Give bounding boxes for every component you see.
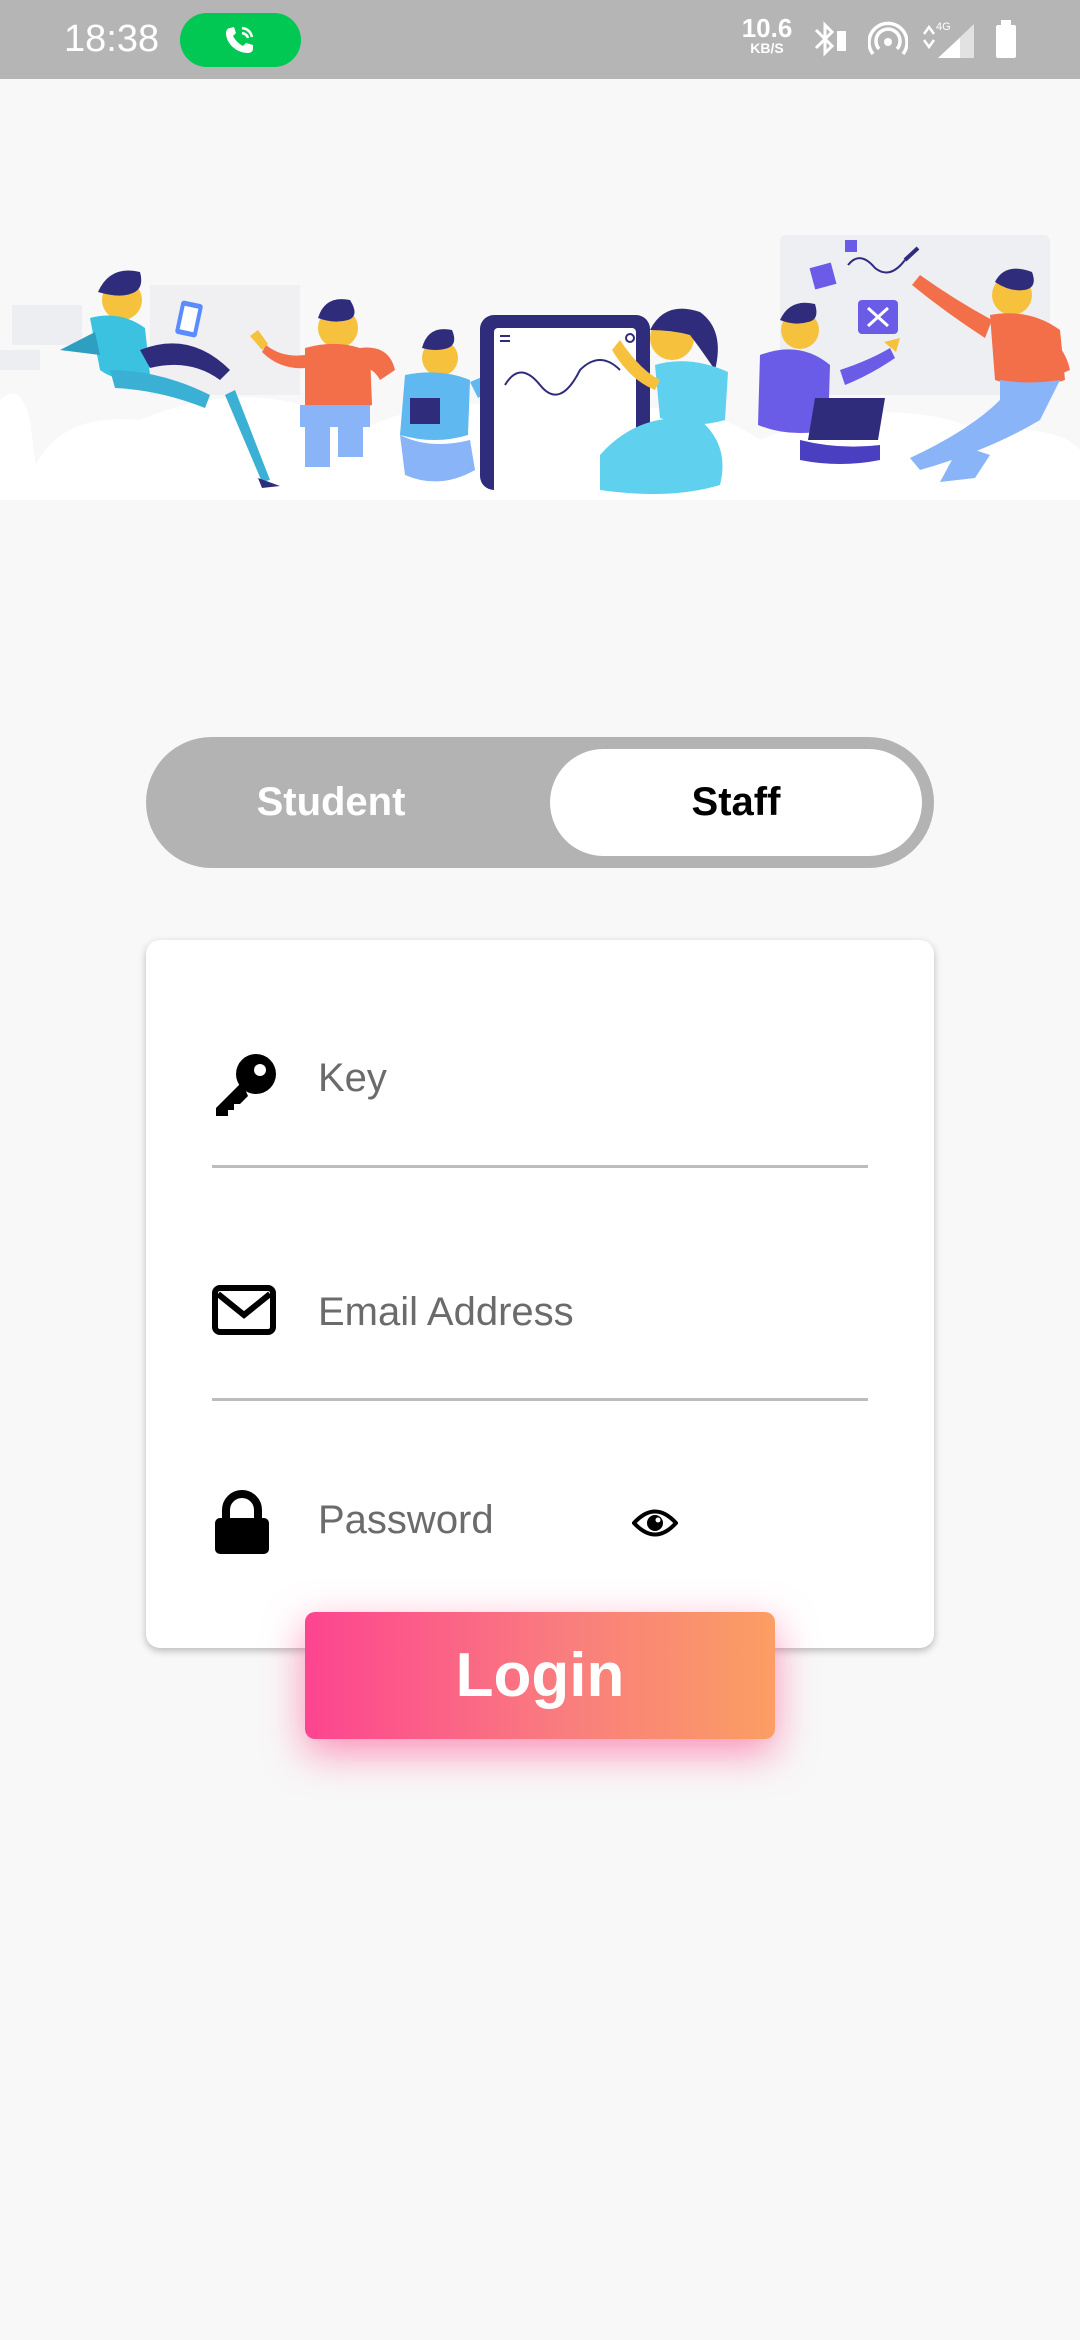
- email-underline: [212, 1398, 868, 1401]
- role-toggle[interactable]: Student Staff: [146, 737, 934, 868]
- email-placeholder: Email Address: [318, 1290, 574, 1334]
- svg-text:4G: 4G: [936, 21, 951, 33]
- signal-icon: 4G: [922, 21, 974, 58]
- hotspot-icon: [868, 21, 908, 56]
- status-time: 18:38: [64, 18, 160, 60]
- bluetooth-icon: [814, 21, 846, 57]
- toggle-staff[interactable]: Staff: [550, 749, 922, 856]
- key-placeholder: Key: [318, 1056, 387, 1100]
- phone-icon: [226, 26, 254, 53]
- login-card: Key Email Address Password: [146, 940, 934, 1648]
- login-button[interactable]: Login: [305, 1612, 775, 1739]
- toggle-student[interactable]: Student: [146, 749, 516, 856]
- password-placeholder: Password: [318, 1498, 494, 1542]
- envelope-icon: [212, 1285, 276, 1335]
- ongoing-call-pill[interactable]: [180, 13, 301, 67]
- network-speed: 10.6 KB/S: [741, 13, 793, 56]
- people-illustration: [0, 235, 1080, 500]
- key-icon: [216, 1054, 276, 1116]
- status-bar: 18:38 10.6 KB/S 4G: [0, 0, 1080, 79]
- battery-icon: [996, 20, 1016, 58]
- lock-icon: [215, 1490, 269, 1554]
- eye-icon[interactable]: [632, 1506, 678, 1540]
- key-underline: [212, 1165, 868, 1168]
